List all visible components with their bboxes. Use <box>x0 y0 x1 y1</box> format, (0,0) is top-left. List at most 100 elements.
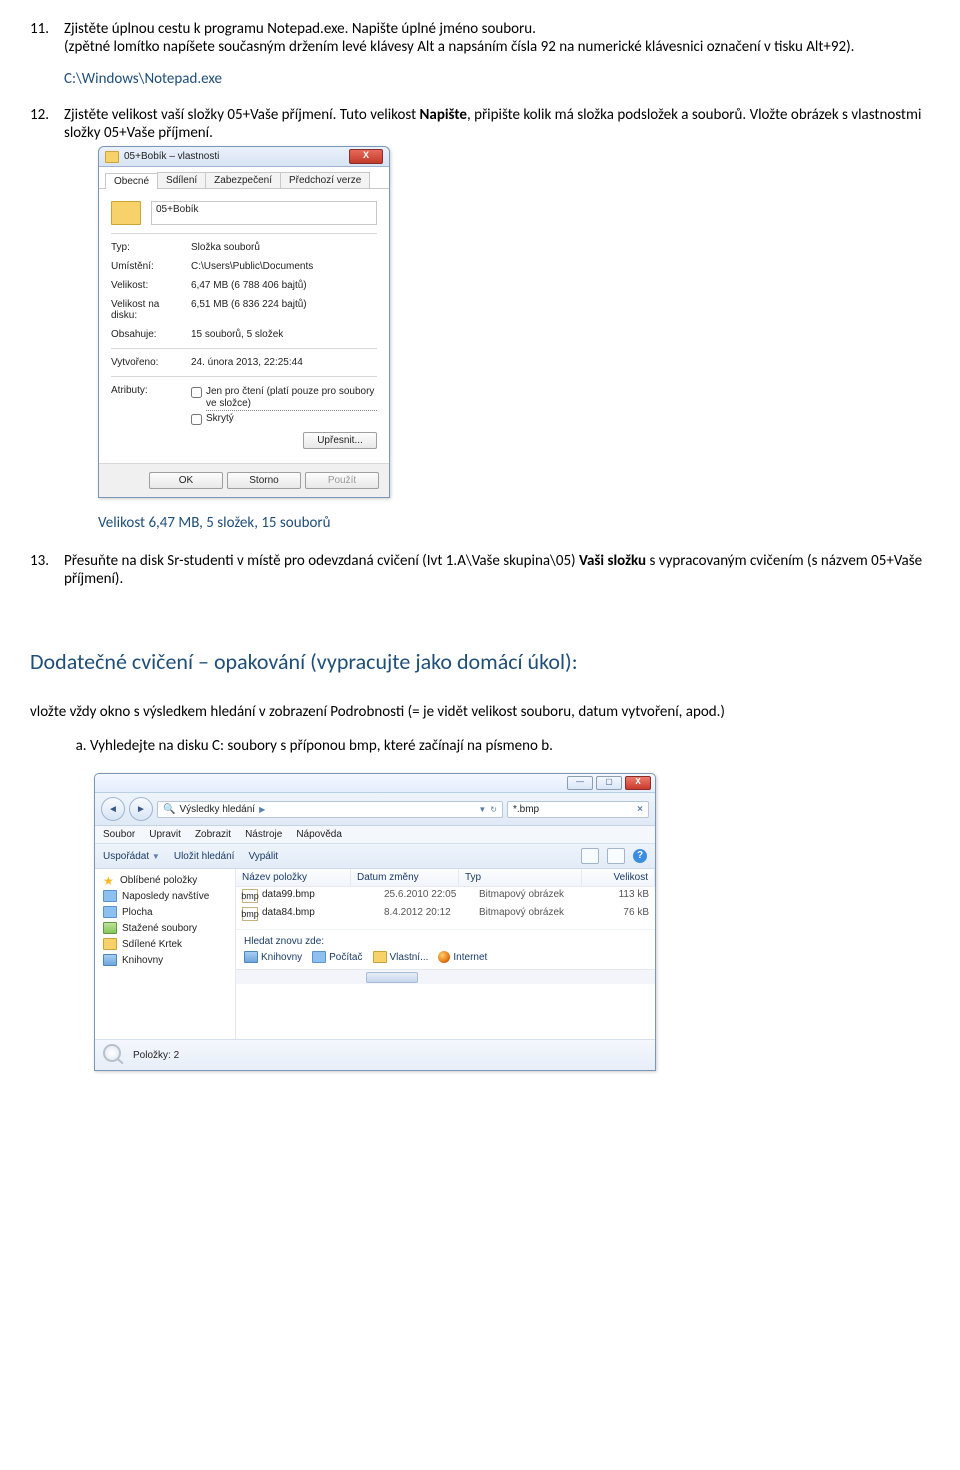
tab-general[interactable]: Obecné <box>105 173 158 189</box>
file-row[interactable]: bmp data99.bmp 25.6.2010 22:05 Bitmapový… <box>236 887 655 905</box>
sidebar-shared[interactable]: Sdílené Krtek <box>95 936 235 952</box>
magnifier-icon <box>103 1044 125 1066</box>
tab-security[interactable]: Zabezpečení <box>205 172 281 188</box>
star-icon: ★ <box>103 876 115 886</box>
back-button[interactable]: ◄ <box>101 797 125 821</box>
horizontal-scrollbar[interactable] <box>236 969 655 984</box>
refresh-icon[interactable]: ↻ <box>490 805 497 814</box>
sidebar-recent[interactable]: Naposledy navštíve <box>95 888 235 904</box>
downloads-icon <box>103 922 117 934</box>
save-search-button[interactable]: Uložit hledání <box>174 851 235 862</box>
tab-prev[interactable]: Předchozí verze <box>280 172 370 188</box>
attr-hidden[interactable]: Skrytý <box>191 412 377 426</box>
task-11: 11. Zjistěte úplnou cestu k programu Not… <box>30 20 930 88</box>
subtask-a: Vyhledejte na disku C: soubory s přípono… <box>90 737 930 755</box>
dialog-titlebar: 05+Bobík – vlastnosti X <box>99 147 389 167</box>
folder-name-input[interactable]: 05+Bobík <box>151 201 377 225</box>
properties-dialog: 05+Bobík – vlastnosti X Obecné Sdílení Z… <box>98 146 390 498</box>
sidebar: ★Oblíbené položky Naposledy navštíve Plo… <box>95 869 236 1039</box>
view-icon[interactable] <box>581 848 599 864</box>
recent-icon <box>103 890 117 902</box>
attr-readonly[interactable]: Jen pro čtení (platí pouze pro soubory v… <box>191 385 377 412</box>
size-note: Velikost 6,47 MB, 5 složek, 15 souborů <box>98 514 930 532</box>
prop-size: 6,47 MB (6 788 406 bajtů) <box>191 280 377 291</box>
explorer-window: — ▢ X ◄ ► 🔍 Výsledky hledání ▶ ▼ ↻ *.bmp… <box>94 773 656 1071</box>
file-row[interactable]: bmp data84.bmp 8.4.2012 20:12 Bitmapový … <box>236 905 655 923</box>
firefox-icon <box>438 951 450 963</box>
maximize-button[interactable]: ▢ <box>596 776 622 790</box>
dialog-title: 05+Bobík – vlastnosti <box>124 151 219 162</box>
search-icon: 🔍 <box>163 804 175 815</box>
folder-icon <box>105 151 119 163</box>
ok-button[interactable]: OK <box>149 472 223 489</box>
task-text: Zjistěte velikost vaší složky 05+Vaše př… <box>64 106 921 142</box>
toolbar: Uspořádat ▼ Uložit hledání Vypálit ? <box>95 844 655 869</box>
file-list: Název položky Datum změny Typ Velikost b… <box>236 869 655 1039</box>
folder-icon <box>103 938 117 950</box>
menu-view[interactable]: Zobrazit <box>195 829 231 840</box>
close-button[interactable]: X <box>349 149 383 164</box>
menu-bar: Soubor Upravit Zobrazit Nástroje Nápověd… <box>95 826 655 844</box>
menu-help[interactable]: Nápověda <box>296 829 342 840</box>
apply-button[interactable]: Použít <box>305 472 379 489</box>
task-text: Přesuňte na disk Sr-studenti v místě pro… <box>64 552 922 588</box>
task-num: 12. <box>30 106 49 124</box>
dialog-tabs: Obecné Sdílení Zabezpečení Předchozí ver… <box>99 167 389 189</box>
computer-icon <box>312 951 326 963</box>
organize-button[interactable]: Uspořádat ▼ <box>103 851 160 862</box>
bmp-icon: bmp <box>242 907 258 921</box>
col-name[interactable]: Název položky <box>236 869 351 886</box>
chevron-right-icon: ▶ <box>259 805 265 814</box>
sidebar-libraries[interactable]: Knihovny <box>95 952 235 968</box>
col-type[interactable]: Typ <box>459 869 582 886</box>
search-again-locations: Knihovny Počítač Vlastní... Internet <box>236 951 655 969</box>
desktop-icon <box>103 906 117 918</box>
prop-sizeondisk: 6,51 MB (6 836 224 bajtů) <box>191 299 377 321</box>
forward-button[interactable]: ► <box>129 797 153 821</box>
clear-search-icon[interactable]: × <box>637 804 643 815</box>
menu-edit[interactable]: Upravit <box>149 829 181 840</box>
task-text: Zjistěte úplnou cestu k programu Notepad… <box>64 20 854 56</box>
sidebar-favorites[interactable]: ★Oblíbené položky <box>95 873 235 888</box>
tab-sharing[interactable]: Sdílení <box>157 172 206 188</box>
sidebar-desktop[interactable]: Plocha <box>95 904 235 920</box>
burn-button[interactable]: Vypálit <box>248 851 278 862</box>
task-num: 11. <box>30 20 49 38</box>
help-icon[interactable]: ? <box>633 849 647 863</box>
prop-contains: 15 souborů, 5 složek <box>191 329 377 340</box>
preview-pane-icon[interactable] <box>607 848 625 864</box>
prop-created: 24. února 2013, 22:25:44 <box>191 357 377 368</box>
prop-type: Složka souborů <box>191 242 377 253</box>
folder-icon <box>373 951 387 963</box>
cancel-button[interactable]: Storno <box>227 472 301 489</box>
libraries-icon <box>103 954 117 966</box>
loc-computer[interactable]: Počítač <box>312 951 362 963</box>
loc-custom[interactable]: Vlastní... <box>373 951 429 963</box>
advanced-button[interactable]: Upřesnit... <box>303 432 377 449</box>
task-answer: C:\Windows\Notepad.exe <box>64 70 930 88</box>
task-num: 13. <box>30 552 49 570</box>
task-12: 12. Zjistěte velikost vaší složky 05+Vaš… <box>30 106 930 532</box>
col-size[interactable]: Velikost <box>582 869 655 886</box>
task-13: 13. Přesuňte na disk Sr-studenti v místě… <box>30 552 930 588</box>
chevron-down-icon[interactable]: ▼ <box>478 805 486 814</box>
loc-internet[interactable]: Internet <box>438 951 487 963</box>
bmp-icon: bmp <box>242 889 258 903</box>
column-headers[interactable]: Název položky Datum změny Typ Velikost <box>236 869 655 887</box>
breadcrumb[interactable]: 🔍 Výsledky hledání ▶ ▼ ↻ <box>157 801 503 818</box>
loc-libraries[interactable]: Knihovny <box>244 951 302 963</box>
minimize-button[interactable]: — <box>567 776 593 790</box>
status-text: Položky: 2 <box>133 1050 179 1061</box>
prop-location: C:\Users\Public\Documents <box>191 261 377 272</box>
folder-icon <box>111 201 141 225</box>
menu-file[interactable]: Soubor <box>103 829 135 840</box>
menu-tools[interactable]: Nástroje <box>245 829 282 840</box>
libraries-icon <box>244 951 258 963</box>
close-button[interactable]: X <box>625 776 651 790</box>
extra-heading: Dodatečné cvičení – opakování (vypracujt… <box>30 648 930 675</box>
extra-intro: vložte vždy okno s výsledkem hledání v z… <box>30 703 930 721</box>
search-again-label: Hledat znovu zde: <box>236 929 655 951</box>
col-date[interactable]: Datum změny <box>351 869 459 886</box>
search-input[interactable]: *.bmp × <box>507 801 649 818</box>
sidebar-downloads[interactable]: Stažené soubory <box>95 920 235 936</box>
